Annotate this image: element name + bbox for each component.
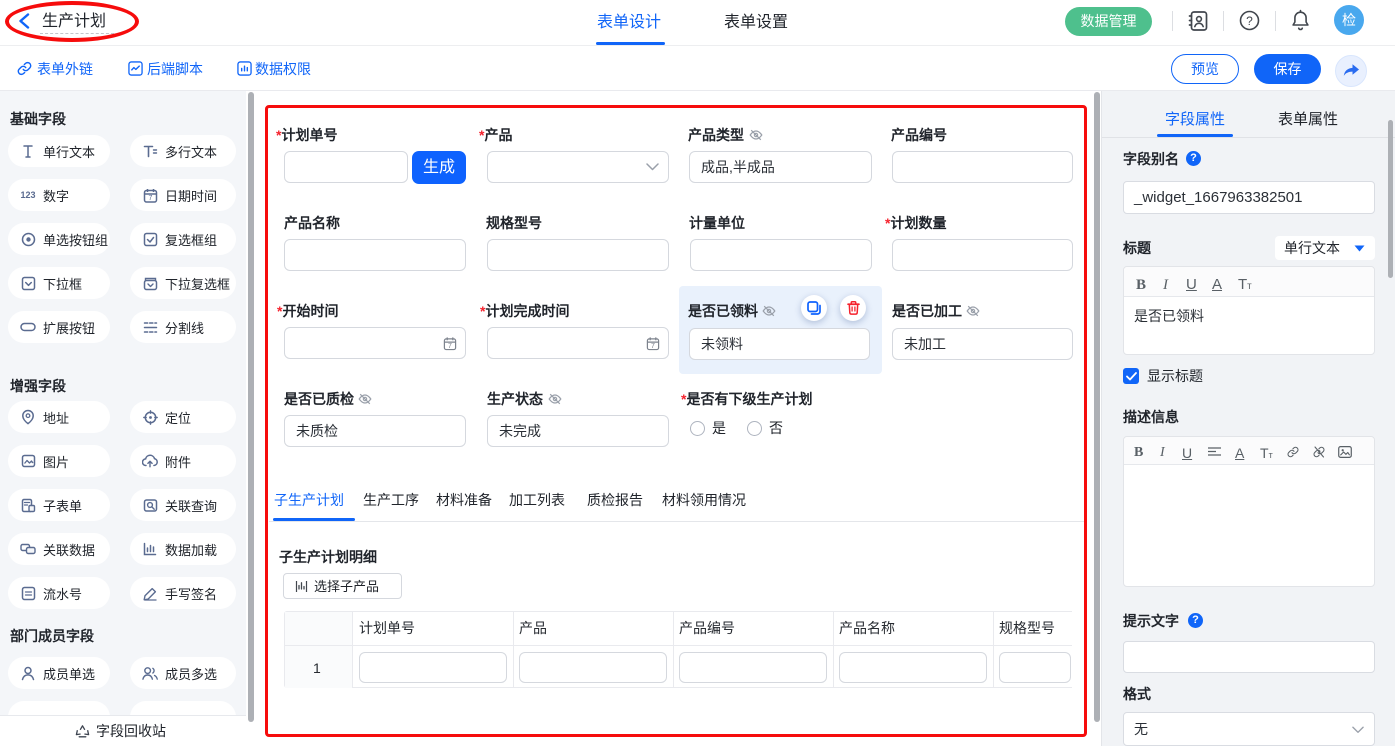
svg-text:?: ? bbox=[1246, 14, 1253, 28]
svg-text:7: 7 bbox=[148, 195, 152, 202]
